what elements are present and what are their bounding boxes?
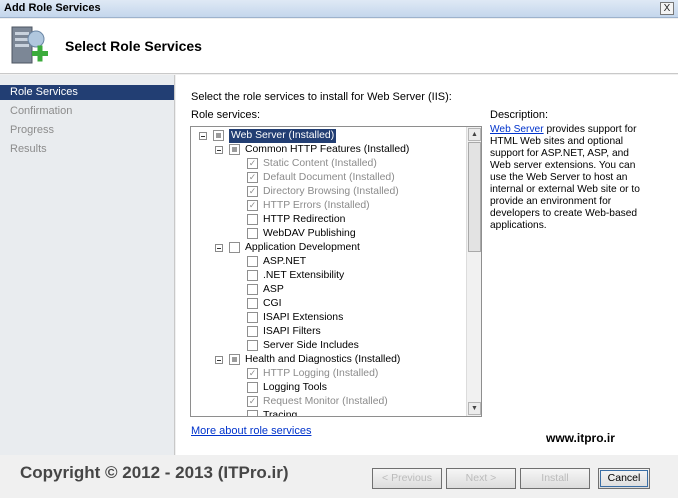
tree-row[interactable]: ✓ Default Document (Installed) — [191, 171, 461, 185]
copyright-watermark: Copyright © 2012 - 2013 (ITPro.ir) — [20, 463, 289, 482]
wizard-steps-sidebar: Role Services Confirmation Progress Resu… — [0, 75, 175, 455]
tree-row[interactable]: Web Server (Installed) — [191, 129, 461, 143]
tree-item-label: .NET Extensibility — [263, 270, 345, 281]
checkbox[interactable]: ✓ — [247, 200, 258, 211]
wizard-footer: Copyright © 2012 - 2013 (ITPro.ir) < Pre… — [0, 455, 678, 498]
step-results[interactable]: Results — [0, 142, 174, 157]
scroll-up-icon[interactable]: ▲ — [468, 128, 481, 141]
description-heading: Description: — [490, 109, 549, 121]
tree-row[interactable]: Health and Diagnostics (Installed) — [191, 353, 461, 367]
tree-row[interactable]: .NET Extensibility — [191, 269, 461, 283]
scroll-thumb[interactable] — [468, 142, 481, 252]
checkbox[interactable] — [247, 326, 258, 337]
checkbox[interactable]: ✓ — [247, 368, 258, 379]
checkbox[interactable] — [247, 284, 258, 295]
role-services-label: Role services: — [191, 109, 261, 121]
main-panel: Select the role services to install for … — [176, 75, 678, 455]
checkbox[interactable] — [247, 270, 258, 281]
tree-item-label: HTTP Errors (Installed) — [263, 200, 370, 211]
tree-row[interactable]: Application Development — [191, 241, 461, 255]
tree-item-label: Logging Tools — [263, 382, 327, 393]
checkbox[interactable] — [229, 144, 240, 155]
cancel-button[interactable]: Cancel — [598, 468, 650, 489]
tree-row[interactable]: WebDAV Publishing — [191, 227, 461, 241]
tree-item-label: ISAPI Extensions — [263, 312, 344, 323]
tree-item-label: WebDAV Publishing — [263, 228, 356, 239]
tree-item-label: Web Server (Installed) — [229, 129, 337, 143]
tree-item-label: Server Side Includes — [263, 340, 359, 351]
tree-item-label: Static Content (Installed) — [263, 158, 377, 169]
tree-item-label: CGI — [263, 298, 282, 309]
tree-row[interactable]: ✓ HTTP Errors (Installed) — [191, 199, 461, 213]
previous-button[interactable]: < Previous — [372, 468, 442, 489]
tree-row[interactable]: CGI — [191, 297, 461, 311]
step-progress[interactable]: Progress — [0, 123, 174, 138]
tree-item-label: HTTP Redirection — [263, 214, 346, 225]
role-services-tree[interactable]: Web Server (Installed) Common HTTP Featur… — [190, 126, 482, 417]
wizard-header: Select Role Services — [0, 19, 678, 74]
checkbox[interactable] — [247, 228, 258, 239]
tree-item-label: Application Development — [245, 242, 360, 253]
tree-item-label: Health and Diagnostics (Installed) — [245, 354, 401, 365]
tree-items: Web Server (Installed) Common HTTP Featur… — [191, 127, 466, 416]
checkbox[interactable] — [229, 242, 240, 253]
checkbox[interactable] — [229, 354, 240, 365]
install-button[interactable]: Install — [520, 468, 590, 489]
tree-item-label: ASP — [263, 284, 284, 295]
checkbox[interactable] — [247, 214, 258, 225]
tree-item-label: ISAPI Filters — [263, 326, 321, 337]
tree-row[interactable]: ✓ Directory Browsing (Installed) — [191, 185, 461, 199]
close-button[interactable]: X — [660, 2, 674, 15]
step-role-services[interactable]: Role Services — [0, 85, 174, 100]
scroll-down-icon[interactable]: ▼ — [468, 402, 481, 415]
tree-item-label: HTTP Logging (Installed) — [263, 368, 379, 379]
tree-item-label: Directory Browsing (Installed) — [263, 186, 399, 197]
checkbox[interactable] — [247, 410, 258, 416]
tree-row[interactable]: ✓ Request Monitor (Installed) — [191, 395, 461, 409]
collapse-toggle-icon[interactable] — [215, 356, 223, 364]
step-confirmation[interactable]: Confirmation — [0, 104, 174, 119]
checkbox[interactable] — [247, 340, 258, 351]
instruction-text: Select the role services to install for … — [191, 91, 452, 103]
description-text: Web Server provides support for HTML Web… — [490, 124, 650, 232]
checkbox[interactable]: ✓ — [247, 396, 258, 407]
tree-row[interactable]: Logging Tools — [191, 381, 461, 395]
checkbox[interactable]: ✓ — [247, 186, 258, 197]
tree-row[interactable]: ISAPI Filters — [191, 325, 461, 339]
tree-row[interactable]: ASP.NET — [191, 255, 461, 269]
tree-item-label: Tracing — [263, 410, 298, 417]
tree-row[interactable]: ✓ HTTP Logging (Installed) — [191, 367, 461, 381]
tree-row[interactable]: Common HTTP Features (Installed) — [191, 143, 461, 157]
tree-row[interactable]: ✓ Static Content (Installed) — [191, 157, 461, 171]
checkbox[interactable] — [247, 382, 258, 393]
window-title: Add Role Services — [4, 2, 101, 14]
tree-item-label: ASP.NET — [263, 256, 307, 267]
next-button[interactable]: Next > — [446, 468, 516, 489]
checkbox[interactable]: ✓ — [247, 172, 258, 183]
tree-item-label: Request Monitor (Installed) — [263, 396, 388, 407]
tree-item-label: Common HTTP Features (Installed) — [245, 144, 410, 155]
tree-row[interactable]: ASP — [191, 283, 461, 297]
checkbox[interactable] — [213, 130, 224, 141]
description-body: provides support for HTML Web sites and … — [490, 124, 640, 231]
tree-row[interactable]: Tracing — [191, 409, 461, 417]
tree-item-label: Default Document (Installed) — [263, 172, 395, 183]
checkbox[interactable] — [247, 312, 258, 323]
tree-scrollbar[interactable]: ▲ ▼ — [466, 127, 481, 416]
tree-row[interactable]: Server Side Includes — [191, 339, 461, 353]
web-server-link[interactable]: Web Server — [490, 124, 544, 135]
tree-row[interactable]: HTTP Redirection — [191, 213, 461, 227]
checkbox[interactable]: ✓ — [247, 158, 258, 169]
collapse-toggle-icon[interactable] — [199, 132, 207, 140]
watermark-site: www.itpro.ir — [546, 431, 615, 445]
checkbox[interactable] — [247, 298, 258, 309]
server-add-icon — [11, 26, 48, 64]
checkbox[interactable] — [247, 256, 258, 267]
collapse-toggle-icon[interactable] — [215, 244, 223, 252]
page-title: Select Role Services — [65, 38, 202, 54]
tree-row[interactable]: ISAPI Extensions — [191, 311, 461, 325]
title-bar: Add Role Services X — [0, 0, 678, 18]
more-about-role-services-link[interactable]: More about role services — [191, 425, 311, 437]
collapse-toggle-icon[interactable] — [215, 146, 223, 154]
